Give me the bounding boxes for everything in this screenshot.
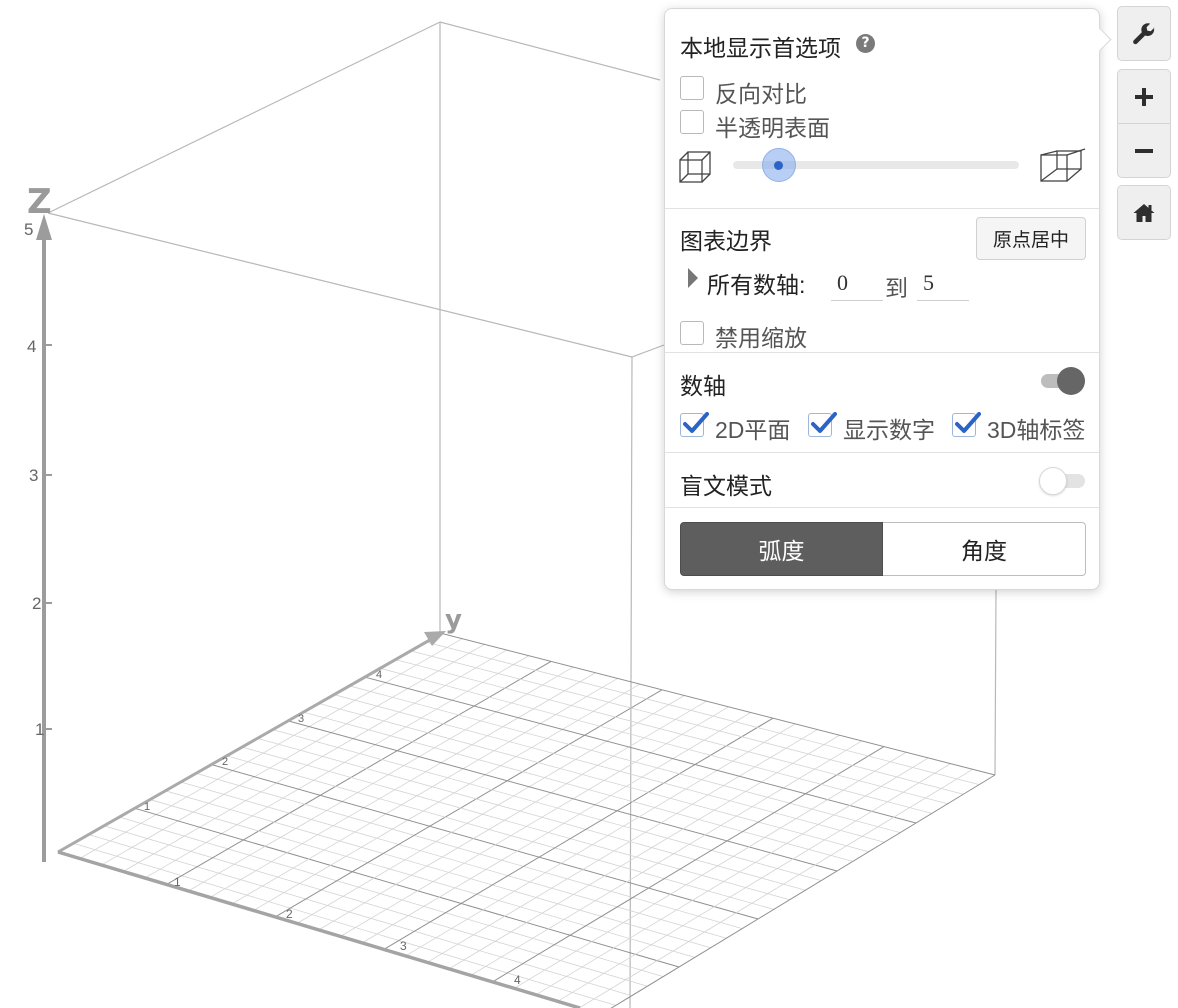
axes-toggle-knob[interactable] — [1057, 367, 1085, 395]
grid-line — [491, 746, 885, 983]
braille-title: 盲文模式 — [680, 473, 772, 499]
zoom-in-button[interactable] — [1117, 69, 1171, 124]
translucent-surfaces-checkbox[interactable] — [680, 110, 704, 134]
axis-labels-3d-checkbox[interactable] — [952, 412, 981, 437]
grid-line — [332, 693, 885, 843]
home-icon — [1132, 202, 1156, 224]
to-label: 到 — [885, 275, 908, 301]
z-axis — [36, 214, 52, 862]
y-axis — [57, 631, 446, 854]
grid-line — [404, 723, 796, 957]
grid-line — [448, 734, 840, 970]
settings-button[interactable] — [1117, 6, 1171, 61]
wrench-icon — [1131, 21, 1157, 47]
axes-min-input[interactable] — [831, 265, 883, 301]
plane-2d-checkbox[interactable] — [680, 412, 709, 437]
z-tick-label: 5 — [24, 220, 33, 239]
grid-line — [394, 658, 948, 805]
plane-2d-label: 2D平面 — [715, 417, 791, 443]
orthographic-cube-icon — [678, 150, 712, 189]
z-tick-label: 2 — [32, 594, 41, 613]
panel-title: 本地显示首选项 — [680, 35, 841, 61]
home-button[interactable] — [1117, 185, 1171, 240]
all-axes-label: 所有数轴: — [707, 272, 806, 298]
y-tick-label: 4 — [376, 669, 382, 681]
bounds-title: 图表边界 — [680, 228, 772, 254]
show-numbers-label: 显示数字 — [843, 417, 935, 443]
grid-line — [274, 689, 663, 918]
grid-line — [79, 638, 463, 859]
center-origin-button[interactable]: 原点居中 — [976, 217, 1086, 260]
help-icon[interactable]: ? — [856, 34, 875, 53]
translucent-surfaces-label: 半透明表面 — [715, 115, 830, 141]
x-tick-label: 2 — [286, 907, 293, 921]
grid-line — [426, 729, 818, 964]
grid-line — [363, 676, 917, 824]
grid-line — [378, 667, 932, 814]
grid-line — [339, 706, 729, 938]
reverse-contrast-label: 反向对比 — [715, 81, 807, 107]
y-tick-labels: 4 3 2 1 — [144, 669, 382, 813]
grid-line — [122, 649, 507, 872]
x-tick-label: 4 — [514, 973, 521, 987]
x-tick-label: 1 — [174, 875, 181, 889]
grid-line — [252, 683, 641, 912]
grid-line — [361, 712, 752, 944]
floor-grid — [57, 632, 996, 1008]
degrees-button[interactable]: 角度 — [883, 522, 1086, 576]
axes-section: 数轴 2D平面 显示数字 3D轴标签 — [665, 352, 1099, 453]
grid-line — [101, 644, 485, 866]
y-tick-label: 1 — [144, 801, 150, 813]
bounds-section: 图表边界 原点居中 所有数轴: 到 禁用缩放 — [665, 208, 1099, 353]
grid-line — [439, 632, 996, 776]
grid-line — [556, 763, 951, 1003]
z-tick-labels: 5 4 3 2 1 — [24, 220, 44, 739]
braille-section: 盲文模式 — [665, 452, 1099, 508]
grid-line — [144, 655, 530, 879]
grid-line — [469, 740, 863, 977]
grid-line — [409, 650, 964, 795]
perspective-cube-icon — [1039, 147, 1087, 192]
radians-button[interactable]: 弧度 — [680, 522, 883, 576]
grid-line — [73, 842, 616, 1006]
projection-slider-dot — [774, 161, 783, 170]
z-axis-label: Z — [27, 182, 52, 222]
y-tick-label: 2 — [222, 756, 228, 768]
braille-toggle-knob[interactable] — [1039, 467, 1067, 495]
grid-line — [382, 717, 774, 951]
grid-line — [578, 768, 974, 1008]
show-numbers-checkbox[interactable] — [808, 412, 837, 437]
axes-title: 数轴 — [680, 373, 726, 399]
axis-labels-3d-label: 3D轴标签 — [987, 417, 1086, 443]
disable-zoom-label: 禁用缩放 — [715, 325, 807, 351]
grid-line — [534, 757, 929, 996]
y-tick-label: 3 — [298, 713, 304, 725]
grid-line — [209, 672, 596, 898]
z-tick-label: 3 — [29, 466, 38, 485]
grid-line — [296, 695, 685, 925]
grid-line — [231, 678, 618, 905]
z-tick-label: 4 — [27, 337, 36, 356]
angle-mode-section: 弧度 角度 — [665, 507, 1099, 590]
z-tick-label: 1 — [35, 720, 44, 739]
minus-icon — [1133, 140, 1155, 162]
x-tick-label: 3 — [400, 939, 407, 953]
reverse-contrast-checkbox[interactable] — [680, 76, 704, 100]
disable-zoom-checkbox[interactable] — [680, 321, 704, 345]
plus-icon — [1133, 86, 1155, 108]
grid-line — [424, 641, 980, 785]
grid-line — [187, 666, 574, 892]
display-settings-panel: 本地显示首选项 ? 反向对比 半透明表面 图表边界 原点居中 所有数轴: 到 禁… — [664, 8, 1112, 590]
grid-line — [317, 700, 707, 931]
expand-triangle-icon[interactable] — [687, 267, 699, 294]
axes-max-input[interactable] — [917, 265, 969, 301]
y-axis-label: y — [445, 605, 462, 635]
grid-line — [317, 702, 869, 853]
grid-line — [348, 685, 901, 833]
zoom-out-button[interactable] — [1117, 123, 1171, 178]
grid-line — [513, 751, 907, 990]
grid-line — [166, 660, 552, 886]
